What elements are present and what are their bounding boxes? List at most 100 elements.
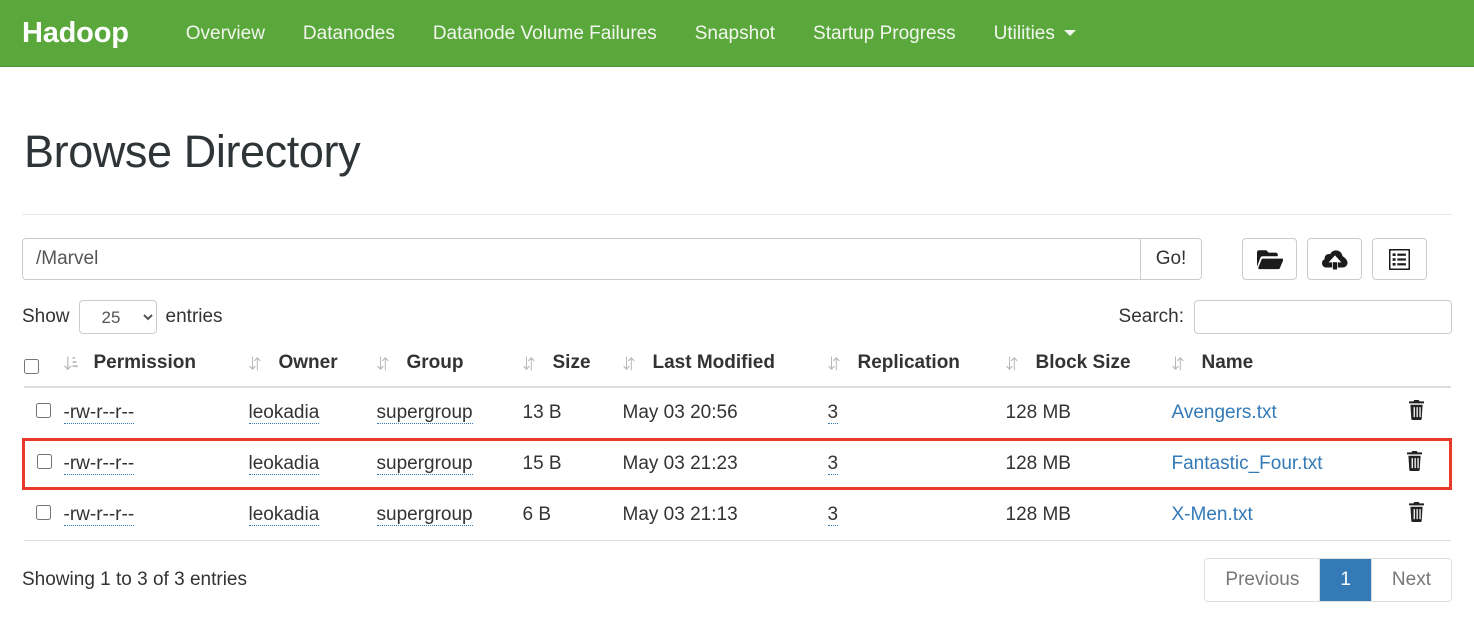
owner-value[interactable]: leokadia bbox=[248, 453, 320, 475]
row-select-cell bbox=[23, 488, 64, 541]
table-row[interactable]: -rw-r--r-- leokadia supergroup 6 B May 0… bbox=[23, 488, 1451, 541]
cell-group: supergroup bbox=[376, 387, 523, 440]
owner-value[interactable]: leokadia bbox=[248, 504, 320, 526]
sort-updown-icon[interactable] bbox=[376, 356, 397, 371]
cell-block-size: 128 MB bbox=[1005, 488, 1172, 541]
search-input[interactable] bbox=[1194, 300, 1452, 334]
replication-value[interactable]: 3 bbox=[827, 402, 839, 424]
page-number-button-1[interactable]: 1 bbox=[1320, 559, 1372, 601]
table-header-row: Permission Owner Group Size Last Modifie… bbox=[23, 346, 1451, 388]
cell-actions bbox=[1390, 488, 1451, 541]
table-row[interactable]: -rw-r--r-- leokadia supergroup 15 B May … bbox=[22, 438, 1452, 490]
header-block-size-label: Block Size bbox=[1035, 352, 1131, 373]
previous-page-button[interactable]: Previous bbox=[1205, 559, 1321, 601]
hadoop-brand-link[interactable]: Hadoop bbox=[22, 18, 129, 48]
permission-value[interactable]: -rw-r--r-- bbox=[63, 402, 135, 424]
search-label: Search: bbox=[1118, 306, 1184, 327]
delete-file-button[interactable] bbox=[1408, 502, 1425, 525]
trash-icon bbox=[1406, 451, 1423, 474]
sort-updown-icon[interactable] bbox=[1005, 356, 1026, 371]
permission-value[interactable]: -rw-r--r-- bbox=[63, 453, 135, 475]
owner-value[interactable]: leokadia bbox=[248, 402, 320, 424]
header-group[interactable]: Group bbox=[376, 346, 523, 388]
folder-open-icon bbox=[1256, 249, 1283, 270]
header-owner-label: Owner bbox=[278, 352, 338, 373]
entries-per-page-select[interactable]: 25 bbox=[78, 300, 157, 334]
create-directory-button[interactable] bbox=[1242, 238, 1297, 280]
list-icon bbox=[1389, 248, 1410, 270]
nav-item-snapshot[interactable]: Snapshot bbox=[676, 24, 794, 43]
go-button[interactable]: Go! bbox=[1140, 238, 1202, 280]
group-value[interactable]: supergroup bbox=[376, 402, 473, 424]
directory-path-input[interactable] bbox=[22, 238, 1140, 280]
next-page-button[interactable]: Next bbox=[1371, 559, 1451, 601]
page-title: Browse Directory bbox=[24, 126, 361, 177]
nav-item-startup-progress[interactable]: Startup Progress bbox=[794, 24, 975, 43]
nav-item-datanodes[interactable]: Datanodes bbox=[284, 24, 414, 43]
cell-last-modified: May 03 21:13 bbox=[622, 488, 828, 541]
delete-file-button[interactable] bbox=[1408, 400, 1425, 423]
cell-actions bbox=[1390, 387, 1451, 440]
showing-entries-info: Showing 1 to 3 of 3 entries bbox=[22, 569, 247, 590]
chevron-down-icon bbox=[1063, 30, 1076, 36]
nav-item-utilities[interactable]: Utilities bbox=[975, 24, 1095, 43]
header-last-modified-label: Last Modified bbox=[652, 352, 775, 373]
table-row[interactable]: -rw-r--r-- leokadia supergroup 13 B May … bbox=[23, 387, 1451, 440]
row-checkbox[interactable] bbox=[35, 505, 51, 520]
show-entries-control: Show 25 entries bbox=[22, 300, 223, 334]
sort-updown-icon[interactable] bbox=[522, 356, 543, 371]
row-checkbox[interactable] bbox=[37, 454, 52, 469]
header-last-modified[interactable]: Last Modified bbox=[622, 346, 828, 388]
header-group-label: Group bbox=[406, 352, 464, 373]
cell-replication: 3 bbox=[827, 387, 1006, 440]
files-table-head: Permission Owner Group Size Last Modifie… bbox=[23, 346, 1451, 388]
cell-permission: -rw-r--r-- bbox=[63, 387, 249, 440]
cell-permission: -rw-r--r-- bbox=[63, 438, 249, 490]
nav-item-overview[interactable]: Overview bbox=[167, 24, 284, 43]
header-name-label: Name bbox=[1201, 352, 1254, 373]
row-select-cell bbox=[23, 387, 64, 440]
file-name-link[interactable]: Avengers.txt bbox=[1172, 402, 1277, 423]
cell-block-size: 128 MB bbox=[1005, 438, 1172, 490]
cell-owner: leokadia bbox=[248, 488, 377, 541]
header-name[interactable]: Name bbox=[1171, 346, 1391, 388]
nav-item-datanode-volume-failures[interactable]: Datanode Volume Failures bbox=[414, 24, 676, 43]
delete-file-button[interactable] bbox=[1406, 451, 1423, 474]
upload-files-button[interactable] bbox=[1307, 238, 1362, 280]
file-name-link[interactable]: Fantastic_Four.txt bbox=[1172, 453, 1323, 474]
path-action-buttons bbox=[1242, 238, 1427, 280]
replication-value[interactable]: 3 bbox=[827, 504, 839, 526]
row-checkbox[interactable] bbox=[35, 403, 51, 418]
group-value[interactable]: supergroup bbox=[376, 453, 473, 475]
header-size[interactable]: Size bbox=[522, 346, 623, 388]
table-footer: Showing 1 to 3 of 3 entries Previous 1 N… bbox=[22, 558, 1452, 602]
path-input-group: Go! bbox=[22, 238, 1202, 280]
file-name-link[interactable]: X-Men.txt bbox=[1172, 504, 1253, 525]
cell-replication: 3 bbox=[827, 488, 1006, 541]
header-replication[interactable]: Replication bbox=[827, 346, 1006, 388]
nav-item-utilities-label: Utilities bbox=[993, 22, 1055, 44]
pagination: Previous 1 Next bbox=[1204, 558, 1452, 602]
cell-size: 15 B bbox=[522, 438, 623, 490]
group-value[interactable]: supergroup bbox=[376, 504, 473, 526]
sort-updown-icon[interactable] bbox=[622, 356, 643, 371]
replication-value[interactable]: 3 bbox=[827, 453, 839, 475]
header-permission[interactable]: Permission bbox=[63, 346, 249, 388]
sort-updown-icon[interactable] bbox=[248, 356, 269, 371]
select-all-checkbox[interactable] bbox=[23, 359, 39, 374]
row-select-cell bbox=[22, 438, 64, 490]
cut-paste-button[interactable] bbox=[1372, 238, 1427, 280]
sort-updown-icon[interactable] bbox=[1171, 356, 1192, 371]
sort-amount-icon[interactable] bbox=[63, 356, 84, 371]
sort-updown-icon[interactable] bbox=[827, 356, 848, 371]
header-permission-label: Permission bbox=[93, 352, 196, 373]
header-actions bbox=[1390, 346, 1451, 388]
cell-owner: leokadia bbox=[248, 438, 377, 490]
header-size-label: Size bbox=[552, 352, 591, 373]
header-block-size[interactable]: Block Size bbox=[1005, 346, 1172, 388]
header-owner[interactable]: Owner bbox=[248, 346, 377, 388]
cell-name: Fantastic_Four.txt bbox=[1171, 438, 1391, 490]
files-table-body: -rw-r--r-- leokadia supergroup 13 B May … bbox=[22, 387, 1452, 541]
permission-value[interactable]: -rw-r--r-- bbox=[63, 504, 135, 526]
cell-owner: leokadia bbox=[248, 387, 377, 440]
